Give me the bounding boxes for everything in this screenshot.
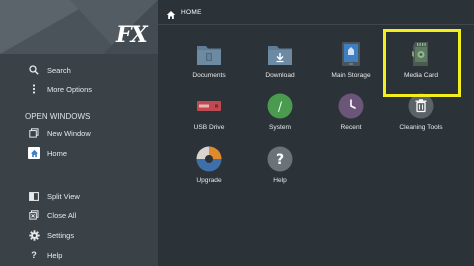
- tile-help[interactable]: ? Help: [247, 146, 313, 196]
- tile-download[interactable]: Download: [247, 41, 313, 91]
- selection-highlight: [383, 29, 461, 97]
- open-windows-heading: OPEN WINDOWS: [25, 112, 91, 121]
- sidebar-item-label: Home: [47, 148, 68, 158]
- tile-usb-drive[interactable]: USB Drive: [176, 93, 242, 143]
- tile-cleaning-tools[interactable]: Cleaning Tools: [388, 93, 454, 143]
- sidebar-item-settings[interactable]: Settings: [28, 227, 74, 243]
- tile-label: System: [269, 124, 291, 131]
- tile-label: Cleaning Tools: [399, 124, 443, 131]
- sidebar-item-new-window[interactable]: New Window: [28, 125, 91, 141]
- sidebar-item-label: Search: [47, 65, 71, 75]
- documents-folder-icon: [196, 41, 222, 67]
- sidebar-item-search[interactable]: Search: [28, 62, 71, 78]
- help-icon: ?: [267, 146, 293, 172]
- tile-system[interactable]: / System: [247, 93, 313, 143]
- more-vertical-icon: [28, 83, 40, 95]
- sidebar-item-split-view[interactable]: Split View: [28, 188, 80, 204]
- tile-label: Main Storage: [331, 72, 371, 79]
- location-bar: HOME: [158, 0, 474, 24]
- new-window-icon: [28, 127, 40, 139]
- sidebar-item-label: New Window: [47, 128, 91, 138]
- breadcrumb[interactable]: HOME: [181, 9, 202, 16]
- download-folder-icon: [267, 41, 293, 67]
- tile-label: Download: [265, 72, 295, 79]
- sidebar-item-home[interactable]: Home: [28, 145, 67, 161]
- sidebar-item-close-all[interactable]: Close All: [28, 207, 76, 223]
- search-icon: [28, 64, 40, 76]
- sidebar-item-help[interactable]: ? Help: [28, 247, 62, 263]
- main-storage-icon: [338, 41, 364, 67]
- help-icon: ?: [31, 250, 37, 260]
- brand-banner: FX: [0, 0, 158, 54]
- recent-icon: [338, 93, 364, 119]
- tile-label: Documents: [192, 72, 226, 79]
- gear-icon: [28, 229, 40, 241]
- tile-label: Recent: [340, 124, 362, 131]
- split-view-icon: [28, 190, 40, 202]
- tile-recent[interactable]: Recent: [318, 93, 384, 143]
- fx-logo: FX: [116, 22, 148, 48]
- sidebar-item-label: Settings: [47, 230, 75, 240]
- file-manager-app: FX Search More Options OPEN WINDOWS New …: [0, 0, 474, 266]
- sidebar-item-label: More Options: [47, 84, 93, 94]
- tile-upgrade[interactable]: Upgrade: [176, 146, 242, 196]
- close-all-icon: [28, 209, 40, 221]
- svg-text:?: ?: [276, 152, 284, 168]
- usb-drive-icon: [196, 93, 222, 119]
- sidebar-item-label: Split View: [47, 191, 80, 201]
- system-icon: /: [267, 93, 293, 119]
- sidebar-item-label: Close All: [47, 210, 77, 220]
- tile-label: Help: [273, 177, 287, 184]
- sidebar-item-label: Help: [47, 250, 63, 260]
- upgrade-icon: [196, 146, 222, 172]
- tile-documents[interactable]: Documents: [176, 41, 242, 91]
- home-icon: [28, 147, 40, 159]
- tile-label: Upgrade: [196, 177, 222, 184]
- tile-main-storage[interactable]: Main Storage: [318, 41, 384, 91]
- sidebar-item-more-options[interactable]: More Options: [28, 81, 92, 97]
- tile-label: USB Drive: [193, 124, 225, 131]
- home-icon[interactable]: [166, 7, 176, 19]
- sidebar: FX Search More Options OPEN WINDOWS New …: [0, 0, 158, 266]
